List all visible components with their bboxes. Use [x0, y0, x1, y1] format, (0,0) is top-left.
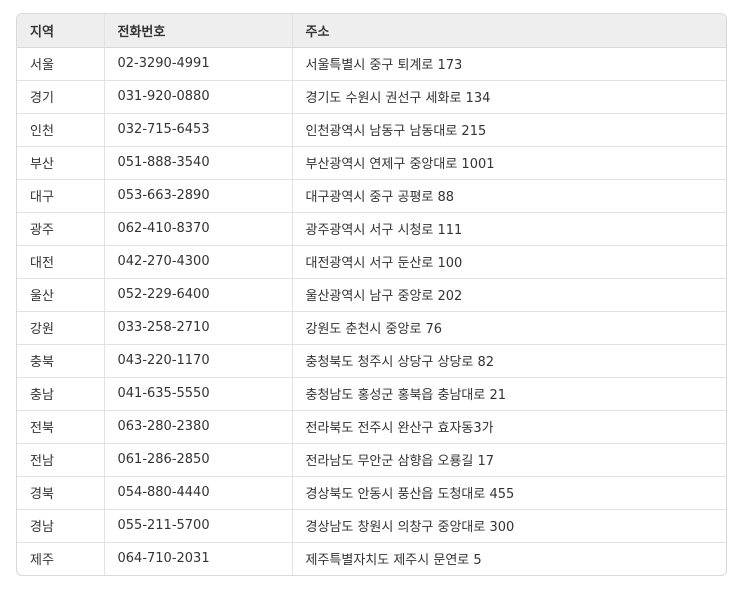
cell-region: 인천 [17, 112, 104, 146]
cell-address: 강원도 춘천시 중앙로 76 [291, 310, 726, 344]
header-row: 지역 전화번호 주소 [17, 14, 726, 48]
cell-region: 광주 [17, 211, 104, 245]
table-row: 강원 033-258-2710 강원도 춘천시 중앙로 76 [17, 310, 726, 344]
cell-address: 울산광역시 남구 중앙로 202 [291, 277, 726, 311]
table-row: 인천 032-715-6453 인천광역시 남동구 남동대로 215 [17, 112, 726, 146]
cell-phone: 032-715-6453 [103, 112, 292, 146]
cell-phone: 02-3290-4991 [103, 47, 292, 80]
cell-phone: 054-880-4440 [103, 475, 292, 509]
table-row: 울산 052-229-6400 울산광역시 남구 중앙로 202 [17, 277, 726, 311]
cell-phone: 031-920-0880 [103, 79, 292, 113]
table-row: 전북 063-280-2380 전라북도 전주시 완산구 효자동3가 [17, 409, 726, 443]
cell-region: 전남 [17, 442, 104, 476]
cell-region: 경기 [17, 79, 104, 113]
contact-table: 지역 전화번호 주소 서울 02-3290-4991 서울특별시 중구 퇴계로 17… [17, 14, 726, 575]
cell-address: 대전광역시 서구 둔산로 100 [291, 244, 726, 278]
table-row: 전남 061-286-2850 전라남도 무안군 삼향읍 오룡길 17 [17, 442, 726, 476]
header-region: 지역 [17, 14, 104, 48]
cell-phone: 055-211-5700 [103, 508, 292, 542]
cell-phone: 064-710-2031 [103, 541, 292, 575]
cell-address: 인천광역시 남동구 남동대로 215 [291, 112, 726, 146]
cell-region: 대전 [17, 244, 104, 278]
table-row: 경북 054-880-4440 경상북도 안동시 풍산읍 도청대로 455 [17, 475, 726, 509]
cell-address: 전라북도 전주시 완산구 효자동3가 [291, 409, 726, 443]
cell-phone: 043-220-1170 [103, 343, 292, 377]
cell-address: 경상북도 안동시 풍산읍 도청대로 455 [291, 475, 726, 509]
cell-region: 서울 [30, 58, 54, 73]
cell-phone: 053-663-2890 [103, 178, 292, 212]
cell-region: 전북 [17, 409, 104, 443]
table-row: 대구 053-663-2890 대구광역시 중구 공평로 88 [17, 178, 726, 212]
cell-address: 경기도 수원시 권선구 세화로 134 [291, 79, 726, 113]
table-row: 광주 062-410-8370 광주광역시 서구 시청로 111 [17, 211, 726, 245]
cell-phone: 041-635-5550 [103, 376, 292, 410]
cell-phone: 042-270-4300 [103, 244, 292, 278]
table-row: 제주 064-710-2031 제주특별자치도 제주시 문연로 5 [17, 541, 726, 575]
cell-phone: 061-286-2850 [103, 442, 292, 476]
header-address: 주소 [291, 14, 726, 48]
table-row: 서울 02-3290-4991 서울특별시 중구 퇴계로 173 [17, 47, 726, 80]
cell-region: 울산 [17, 277, 104, 311]
header-phone: 전화번호 [103, 14, 292, 48]
cell-region: 경북 [17, 475, 104, 509]
table-body: 서울 02-3290-4991 서울특별시 중구 퇴계로 173 경기 031-920-… [17, 47, 726, 575]
table-row: 충남 041-635-5550 충청남도 홍성군 홍북읍 충남대로 21 [17, 376, 726, 410]
table-row: 경기 031-920-0880 경기도 수원시 권선구 세화로 134 [17, 79, 726, 113]
table-row: 경남 055-211-5700 경상남도 창원시 의창구 중앙대로 300 [17, 508, 726, 542]
cell-address: 경상남도 창원시 의창구 중앙대로 300 [291, 508, 726, 542]
cell-region: 강원 [17, 310, 104, 344]
cell-region: 부산 [17, 145, 104, 179]
cell-address: 충청북도 청주시 상당구 상당로 82 [291, 343, 726, 377]
cell-phone: 033-258-2710 [103, 310, 292, 344]
cell-address: 전라남도 무안군 삼향읍 오룡길 17 [291, 442, 726, 476]
cell-phone: 063-280-2380 [103, 409, 292, 443]
cell-address: 대구광역시 중구 공평로 88 [291, 178, 726, 212]
cell-phone: 052-229-6400 [103, 277, 292, 311]
cell-address: 광주광역시 서구 시청로 111 [291, 211, 726, 245]
cell-address: 부산광역시 연제구 중앙대로 1001 [291, 145, 726, 179]
cell-region: 대구 [17, 178, 104, 212]
cell-region: 충남 [17, 376, 104, 410]
table-row: 대전 042-270-4300 대전광역시 서구 둔산로 100 [17, 244, 726, 278]
cell-region: 경남 [17, 508, 104, 542]
cell-phone: 062-410-8370 [103, 211, 292, 245]
cell-address: 서울특별시 중구 퇴계로 173 [291, 47, 726, 80]
table-header: 지역 전화번호 주소 [17, 14, 726, 48]
cell-address: 제주특별자치도 제주시 문연로 5 [291, 541, 726, 575]
office-contact-table: 지역 전화번호 주소 서울 02-3290-4991 서울특별시 중구 퇴계로 17… [16, 13, 727, 576]
cell-region: 제주 [17, 541, 104, 575]
table-row: 부산 051-888-3540 부산광역시 연제구 중앙대로 1001 [17, 145, 726, 179]
cell-region: 충북 [17, 343, 104, 377]
cell-address: 충청남도 홍성군 홍북읍 충남대로 21 [291, 376, 726, 410]
table-row: 충북 043-220-1170 충청북도 청주시 상당구 상당로 82 [17, 343, 726, 377]
cell-phone: 051-888-3540 [103, 145, 292, 179]
